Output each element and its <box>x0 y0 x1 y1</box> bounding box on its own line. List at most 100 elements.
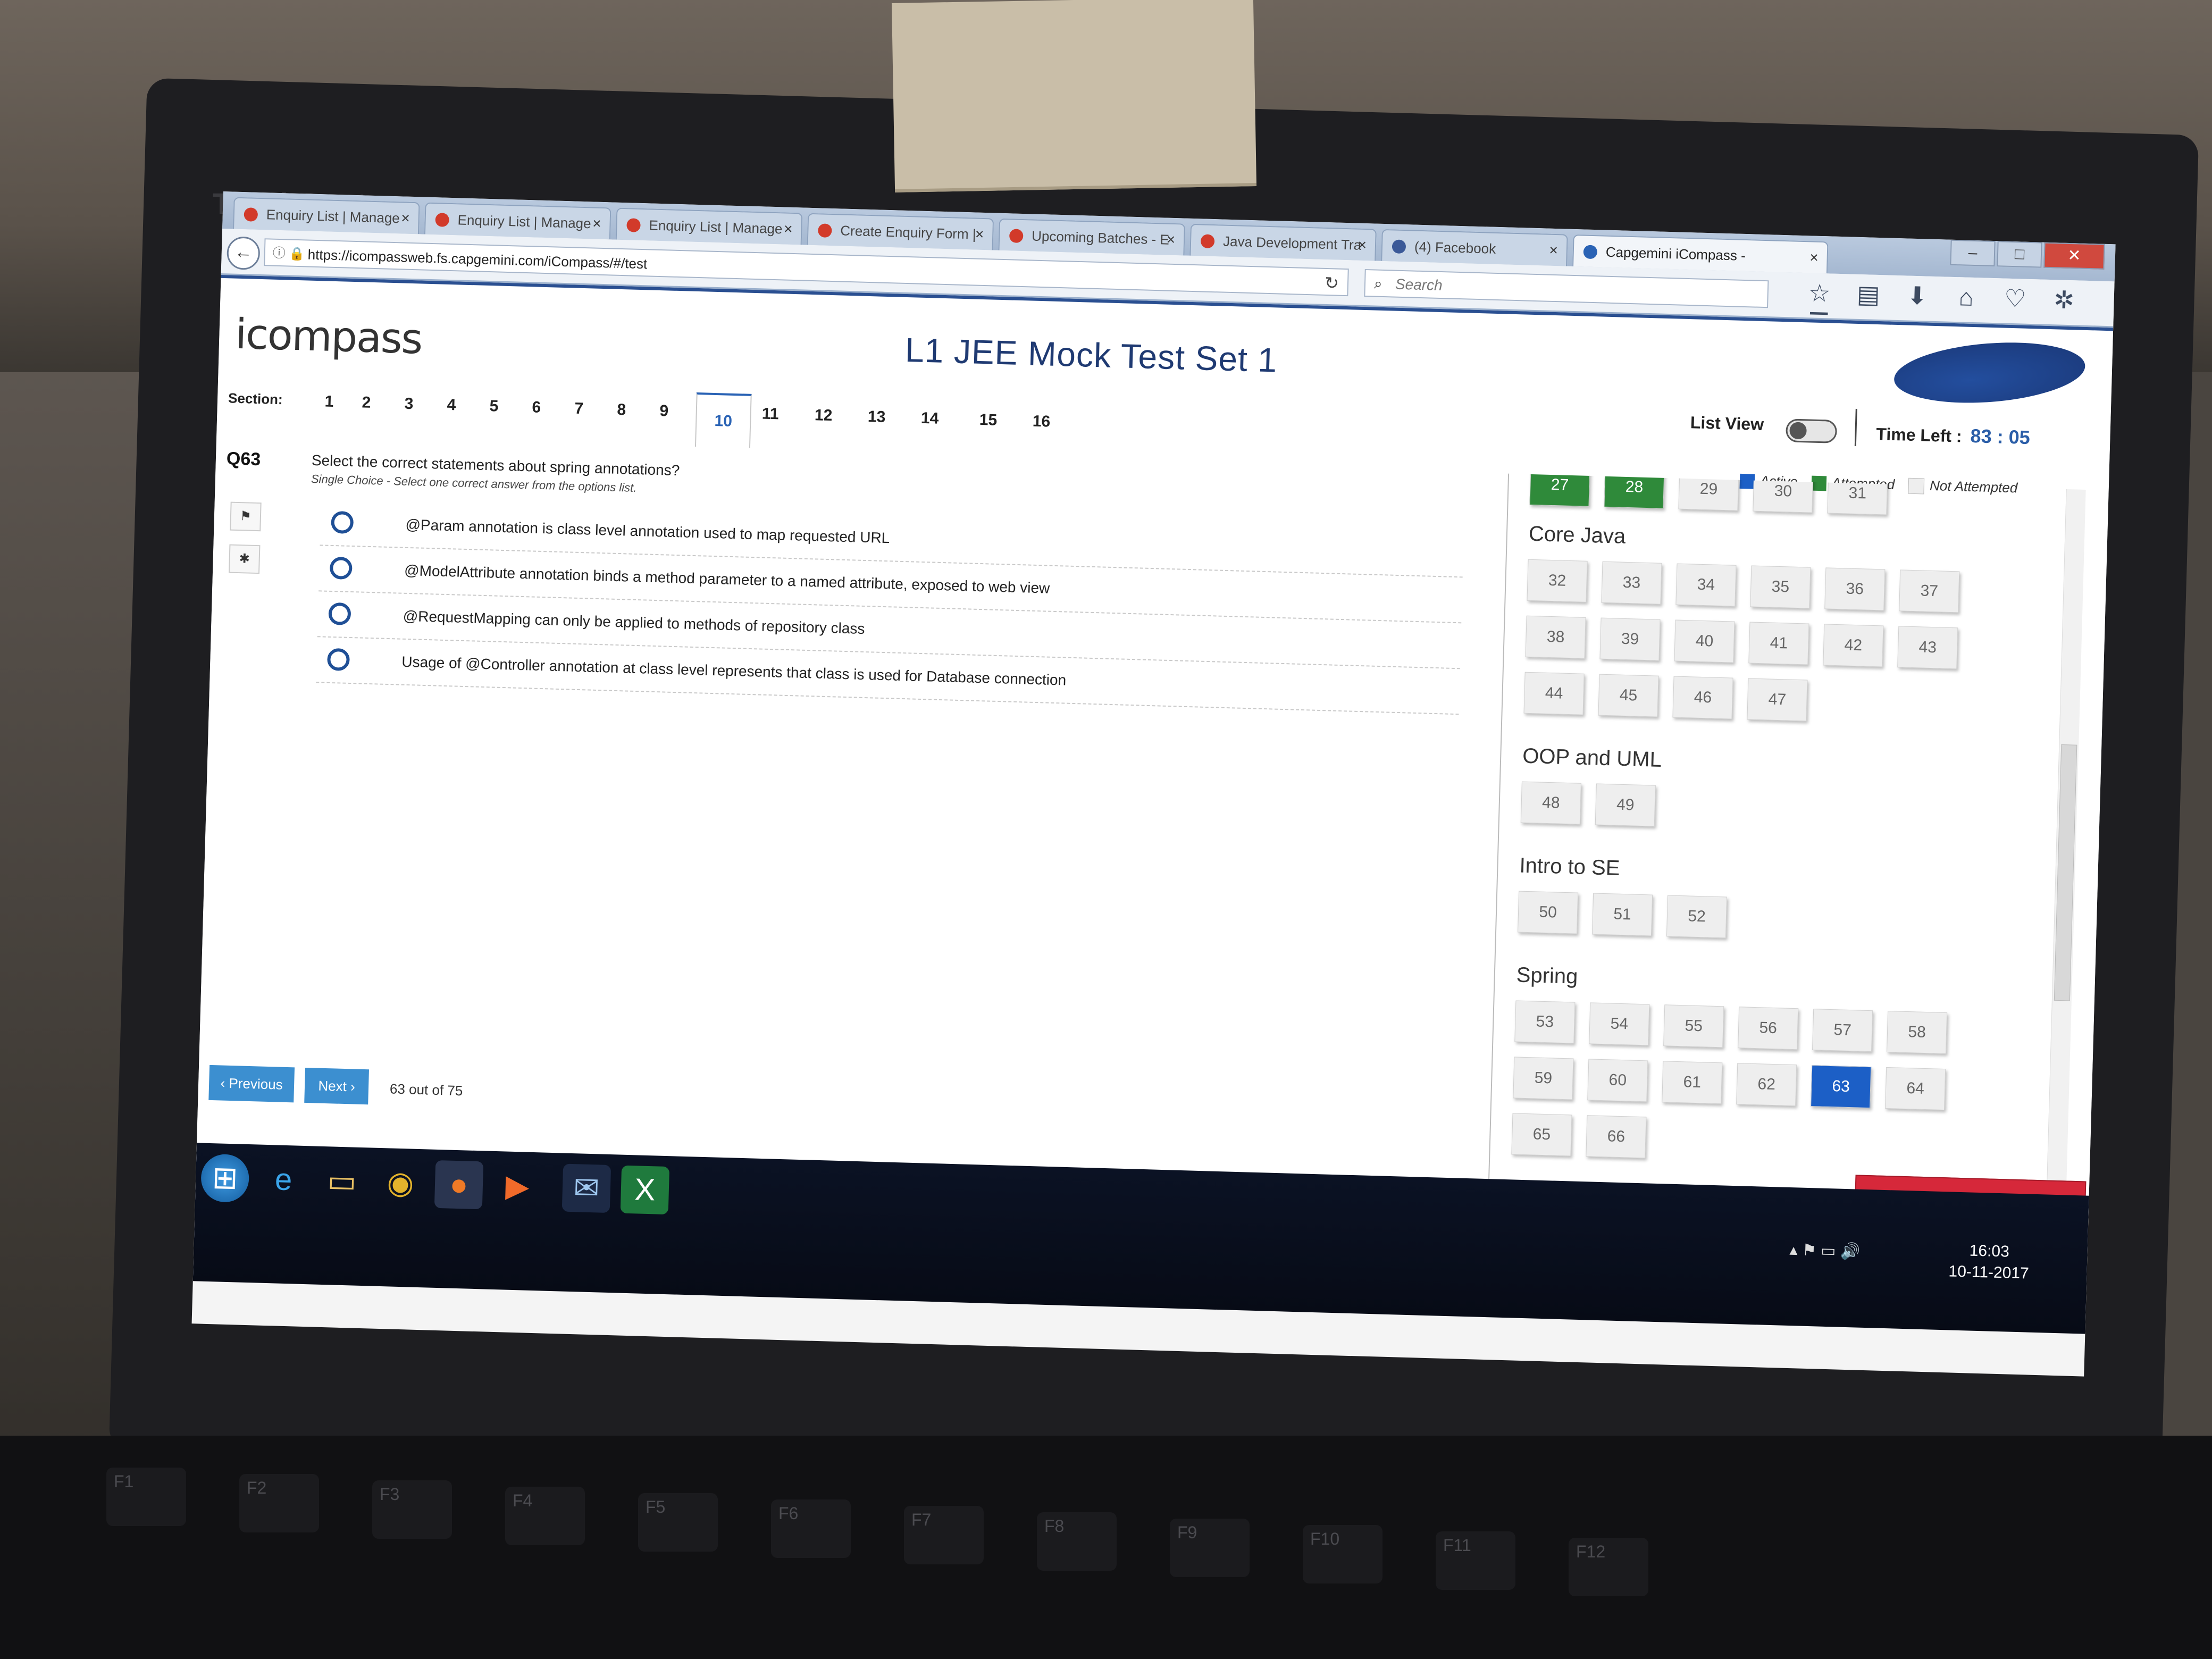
question-button[interactable]: 58 <box>1887 1011 1948 1054</box>
section-tab-6[interactable]: 6 <box>520 398 552 417</box>
question-button[interactable]: 61 <box>1662 1061 1723 1104</box>
radio-button[interactable] <box>326 648 350 671</box>
browser-tab[interactable]: Enquiry List | Manage × <box>424 202 611 240</box>
browser-tab[interactable]: Enquiry List | Manage × <box>233 197 420 234</box>
tab-close-icon[interactable]: × <box>1166 224 1176 255</box>
question-button[interactable]: 34 <box>1675 563 1737 607</box>
section-tab-1[interactable]: 1 <box>313 392 346 412</box>
tab-close-icon[interactable]: × <box>1809 242 1819 273</box>
question-button[interactable]: 35 <box>1750 565 1811 609</box>
section-tab-5[interactable]: 5 <box>477 397 510 416</box>
question-button[interactable]: 28 <box>1604 473 1665 509</box>
question-button[interactable]: 44 <box>1523 672 1585 715</box>
radio-button[interactable] <box>328 602 351 625</box>
section-tab-9[interactable]: 9 <box>648 401 680 421</box>
internet-explorer-icon[interactable]: e <box>259 1155 308 1204</box>
section-tab-3[interactable]: 3 <box>393 395 425 414</box>
site-info-icon[interactable]: ⓘ 🔒 <box>272 240 305 269</box>
close-window-button[interactable]: ✕ <box>2043 242 2105 270</box>
question-button[interactable]: 64 <box>1885 1067 1946 1111</box>
question-button[interactable]: 32 <box>1527 559 1588 602</box>
section-tab-13[interactable]: 13 <box>860 408 893 427</box>
active-question-button[interactable]: 63 <box>1811 1065 1872 1109</box>
question-button[interactable]: 60 <box>1587 1059 1648 1102</box>
question-button[interactable]: 65 <box>1511 1113 1572 1157</box>
minimize-button[interactable]: – <box>1950 239 1996 267</box>
system-clock[interactable]: 16:03 10-11-2017 <box>1948 1239 2030 1284</box>
bookmark-star-icon[interactable]: ☆ <box>1795 278 1844 308</box>
file-explorer-icon[interactable]: ▭ <box>317 1157 366 1206</box>
tab-close-icon[interactable]: × <box>1358 230 1367 261</box>
question-button[interactable]: 39 <box>1599 617 1661 661</box>
section-tab-2[interactable]: 2 <box>350 393 383 413</box>
previous-button[interactable]: ‹ Previous <box>208 1065 295 1103</box>
bug-report-icon[interactable]: ✱ <box>228 544 261 574</box>
home-icon[interactable]: ⌂ <box>1941 282 1991 312</box>
reload-icon[interactable]: ↻ <box>1324 269 1339 297</box>
section-tab-15[interactable]: 15 <box>972 411 1004 430</box>
question-button[interactable]: 51 <box>1591 893 1653 936</box>
browser-tab[interactable]: Create Enquiry Form | × <box>807 213 994 250</box>
extension-icon[interactable]: ✲ <box>2039 284 2089 315</box>
question-button[interactable]: 33 <box>1601 561 1662 605</box>
outlook-icon[interactable]: ✉ <box>562 1163 611 1213</box>
question-button[interactable]: 57 <box>1812 1009 1873 1052</box>
section-tab-12[interactable]: 12 <box>807 406 840 425</box>
question-button[interactable]: 49 <box>1595 783 1656 827</box>
radio-button[interactable] <box>331 510 354 534</box>
back-button[interactable]: ← <box>226 236 261 270</box>
tab-close-icon[interactable]: × <box>783 213 793 244</box>
chrome-icon[interactable]: ◉ <box>376 1159 425 1208</box>
browser-tab[interactable]: Upcoming Batches - E × <box>998 218 1186 256</box>
tab-close-icon[interactable]: × <box>975 219 984 250</box>
system-tray[interactable]: ▴ ⚑ ▭ 🔊 <box>1789 1241 1861 1261</box>
question-button[interactable]: 27 <box>1529 473 1590 507</box>
radio-button[interactable] <box>329 556 353 580</box>
question-button[interactable]: 38 <box>1525 615 1586 659</box>
question-button[interactable]: 40 <box>1674 619 1735 663</box>
question-button[interactable]: 47 <box>1747 678 1808 722</box>
tab-close-icon[interactable]: × <box>401 203 410 233</box>
question-button[interactable]: 52 <box>1666 895 1728 939</box>
section-tab-14[interactable]: 14 <box>914 409 946 428</box>
firefox-icon[interactable]: ● <box>434 1160 484 1210</box>
question-button[interactable]: 45 <box>1598 674 1659 717</box>
question-button[interactable]: 56 <box>1738 1007 1799 1050</box>
download-icon[interactable]: ⬇ <box>1892 281 1942 311</box>
media-player-icon[interactable]: ▶ <box>493 1162 542 1211</box>
browser-tab[interactable]: Enquiry List | Manage × <box>615 207 803 245</box>
question-button[interactable]: 59 <box>1513 1057 1574 1100</box>
browser-tab[interactable]: Java Development Tra × <box>1189 223 1377 261</box>
maximize-button[interactable]: □ <box>1997 241 2042 268</box>
section-tab-8[interactable]: 8 <box>605 400 638 420</box>
question-button[interactable]: 41 <box>1748 622 1809 665</box>
reading-list-icon[interactable]: ▤ <box>1844 279 1893 309</box>
flag-icon[interactable]: ⚑ <box>230 501 262 532</box>
start-icon[interactable]: ⊞ <box>200 1153 250 1203</box>
question-button[interactable]: 46 <box>1672 676 1733 719</box>
question-button[interactable]: 50 <box>1518 891 1579 934</box>
question-button[interactable]: 37 <box>1899 569 1960 613</box>
section-tab-7[interactable]: 7 <box>563 399 595 418</box>
excel-icon[interactable]: X <box>620 1165 670 1215</box>
question-button[interactable]: 43 <box>1897 626 1958 669</box>
section-tab-4[interactable]: 4 <box>435 396 467 415</box>
question-button[interactable]: 53 <box>1514 1000 1576 1044</box>
browser-tab[interactable]: (4) Facebook × <box>1381 229 1568 266</box>
section-tab-16[interactable]: 16 <box>1025 412 1058 431</box>
search-input[interactable]: ⌕ Search <box>1364 269 1769 308</box>
question-button[interactable]: 48 <box>1520 781 1581 825</box>
pocket-icon[interactable]: ♡ <box>1990 283 2040 314</box>
next-button[interactable]: Next › <box>304 1067 369 1105</box>
section-tab-11[interactable]: 11 <box>754 405 786 424</box>
question-button[interactable]: 55 <box>1663 1004 1724 1048</box>
question-button[interactable]: 54 <box>1589 1002 1650 1046</box>
question-button[interactable]: 42 <box>1823 624 1884 667</box>
section-tab-10[interactable]: 10 <box>694 392 752 448</box>
question-button[interactable]: 66 <box>1586 1115 1647 1159</box>
question-button[interactable]: 62 <box>1736 1063 1797 1107</box>
list-view-toggle[interactable] <box>1785 418 1838 443</box>
question-button[interactable]: 36 <box>1824 567 1886 611</box>
tab-close-icon[interactable]: × <box>592 208 601 239</box>
tab-close-icon[interactable]: × <box>1549 235 1559 266</box>
